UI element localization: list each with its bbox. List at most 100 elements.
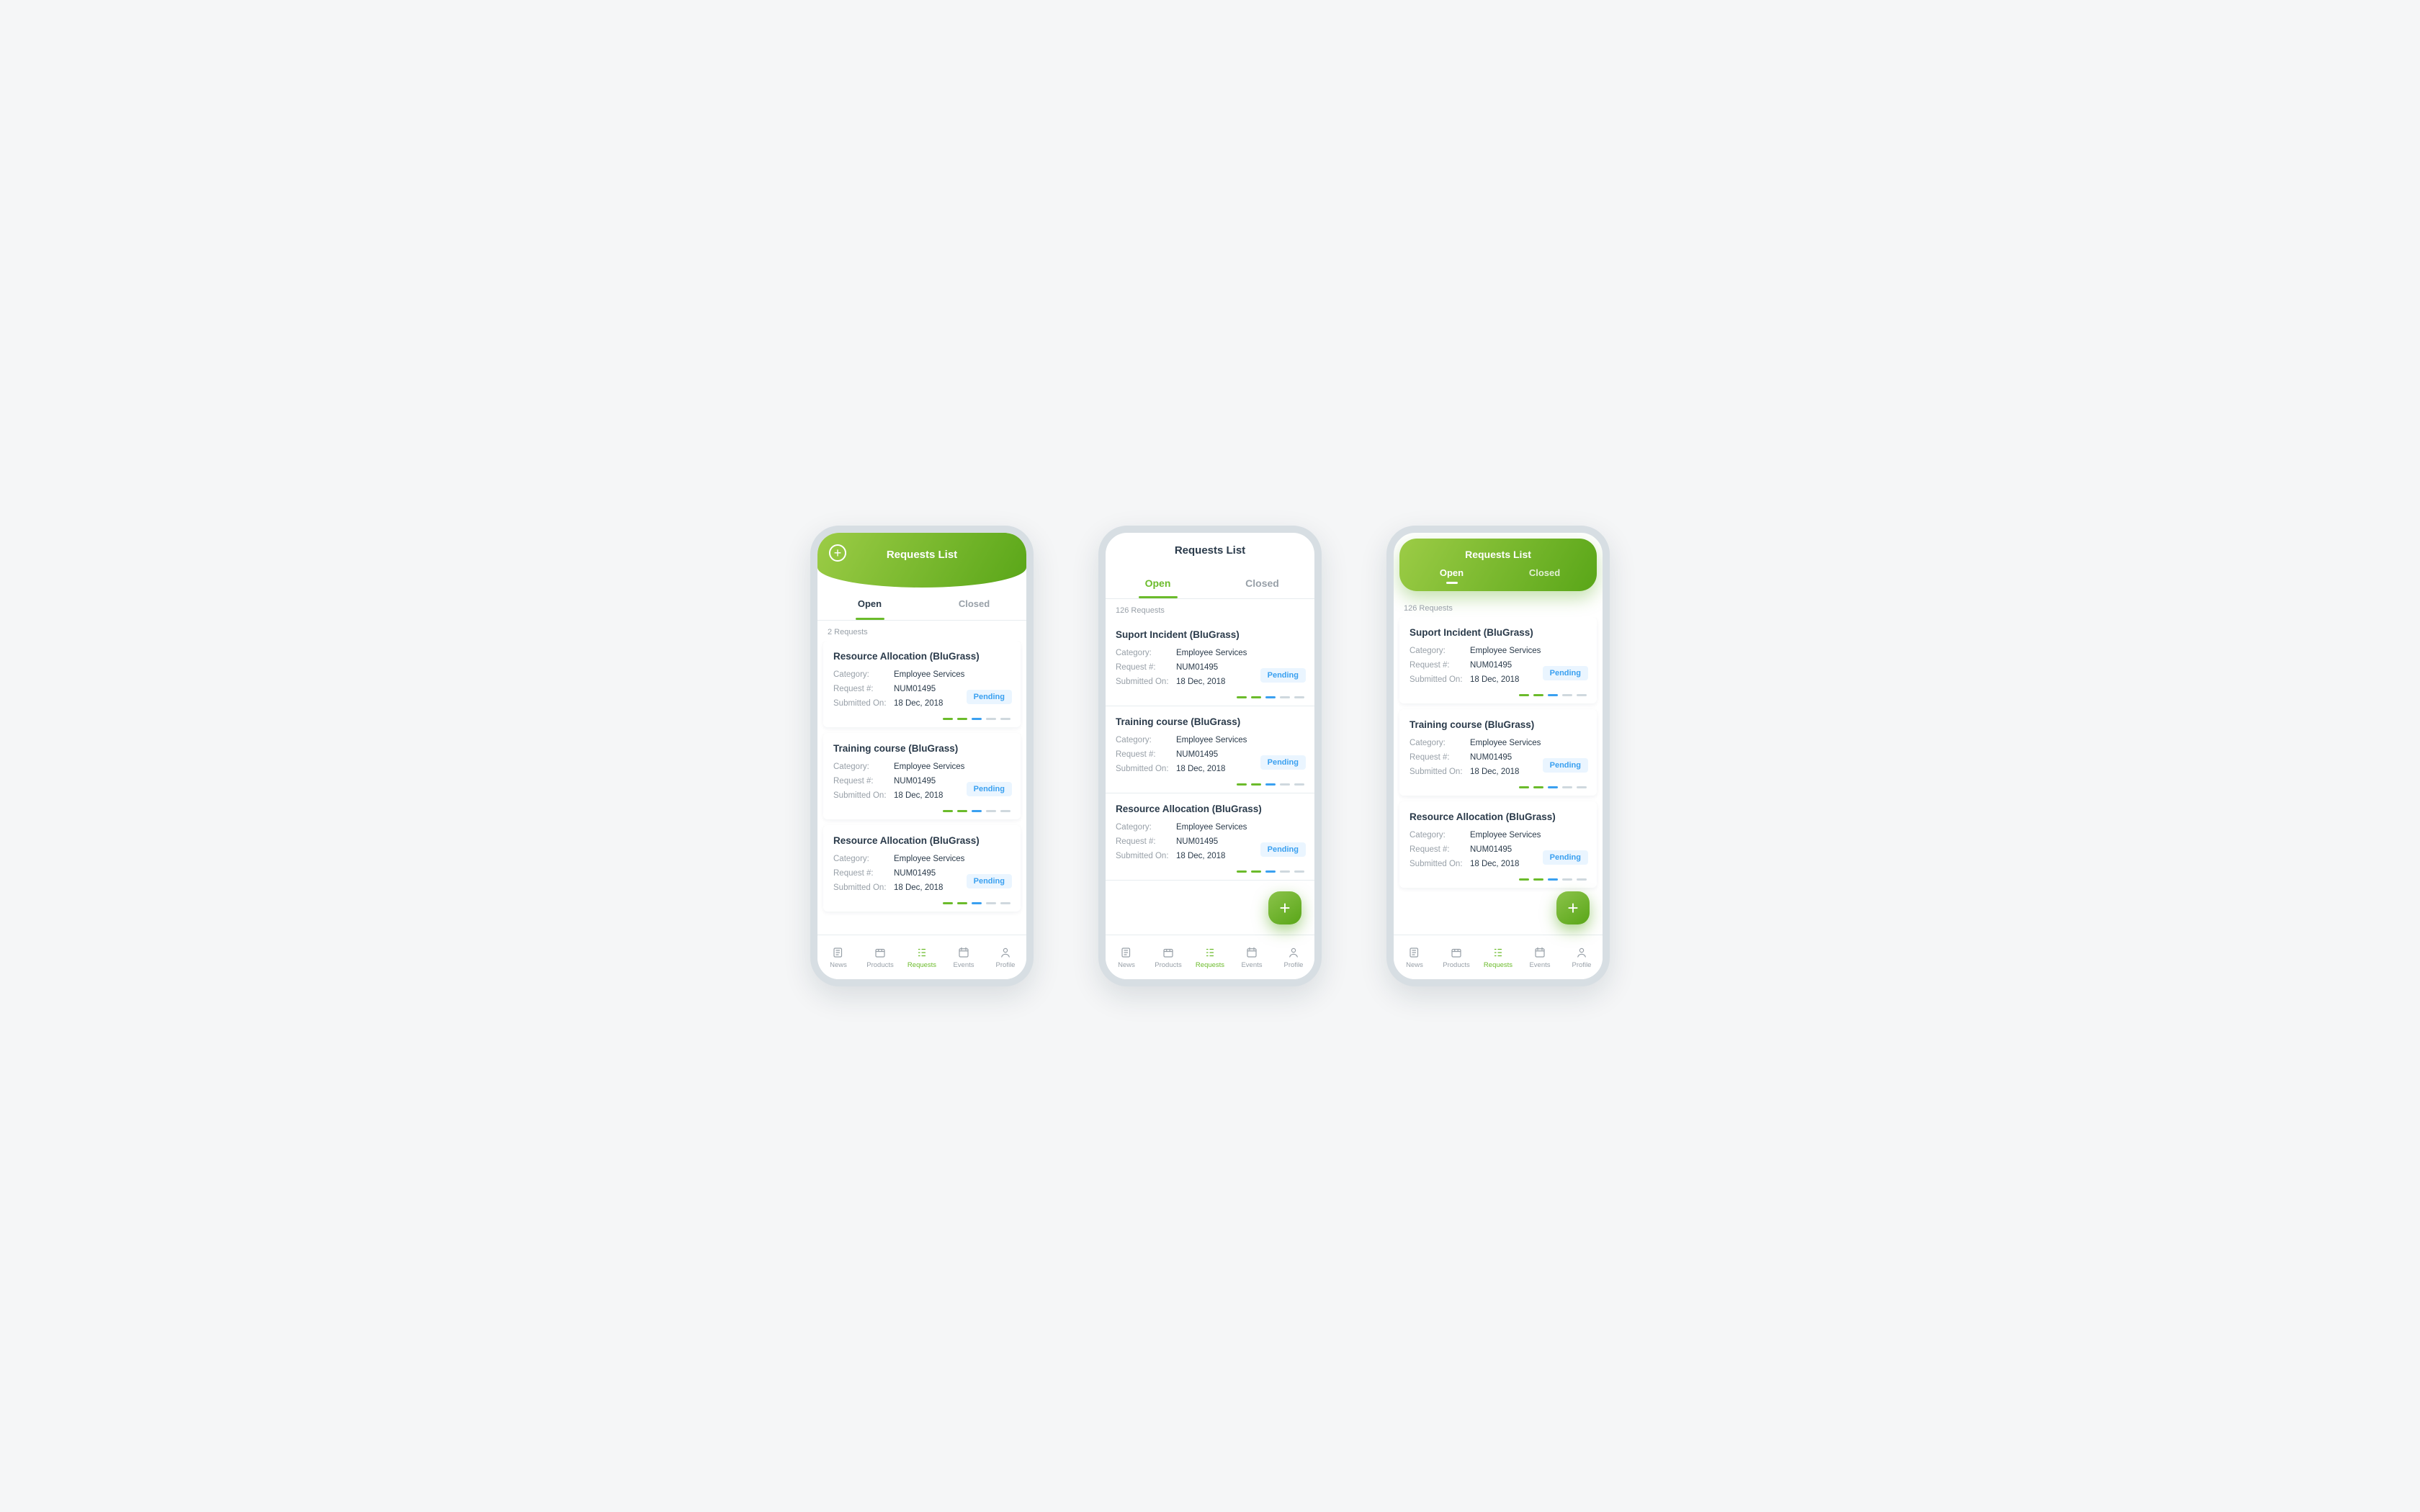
page-title: Requests List <box>1106 533 1314 567</box>
tab-closed[interactable]: Closed <box>1498 567 1591 584</box>
nav-requests[interactable]: Requests <box>1189 935 1231 979</box>
requests-list: Suport Incident (BluGrass) Category:Empl… <box>1106 619 1314 935</box>
profile-icon <box>999 946 1012 959</box>
status-badge: Pending <box>1543 758 1588 773</box>
products-icon <box>874 946 887 959</box>
requests-list: Suport Incident (BluGrass) Category:Empl… <box>1394 617 1603 935</box>
request-card[interactable]: Suport Incident (BluGrass) Category:Empl… <box>1106 619 1314 706</box>
tabs: Open Closed <box>817 588 1026 621</box>
requests-icon <box>915 946 928 959</box>
header: + Requests List <box>817 533 1026 588</box>
request-card[interactable]: Training course (BluGrass) Category:Empl… <box>1106 706 1314 793</box>
news-icon <box>1120 946 1133 959</box>
request-card[interactable]: Resource Allocation (BluGrass) Category:… <box>823 825 1021 912</box>
plus-icon: + <box>1279 897 1290 919</box>
request-card[interactable]: Suport Incident (BluGrass) Category:Empl… <box>1399 617 1597 703</box>
page-title: Requests List <box>887 549 957 561</box>
nav-label: Profile <box>996 961 1016 969</box>
nav-products[interactable]: Products <box>859 935 901 979</box>
requests-count: 2 Requests <box>817 621 1026 641</box>
nav-news[interactable]: News <box>1106 935 1147 979</box>
nav-label: Products <box>1155 961 1182 969</box>
events-icon <box>957 946 970 959</box>
products-icon <box>1450 946 1463 959</box>
nav-news[interactable]: News <box>817 935 859 979</box>
nav-label: Products <box>1443 961 1470 969</box>
status-badge: Pending <box>1543 666 1588 680</box>
add-button[interactable]: + <box>1268 891 1301 924</box>
phone-variant-b: Requests List Open Closed 126 Requests S… <box>1098 526 1322 986</box>
status-badge: Pending <box>1260 842 1306 857</box>
nav-profile[interactable]: Profile <box>1561 935 1603 979</box>
status-badge: Pending <box>1543 850 1588 865</box>
nav-products[interactable]: Products <box>1435 935 1477 979</box>
requests-icon <box>1492 946 1505 959</box>
tab-open[interactable]: Open <box>1106 567 1210 598</box>
nav-profile[interactable]: Profile <box>1273 935 1314 979</box>
nav-label: Products <box>866 961 894 969</box>
nav-requests[interactable]: Requests <box>901 935 943 979</box>
value-request-no: NUM01495 <box>894 682 936 696</box>
requests-count: 126 Requests <box>1106 599 1314 619</box>
request-card[interactable]: Resource Allocation (BluGrass) Category:… <box>823 641 1021 727</box>
label-category: Category: <box>833 667 894 682</box>
nav-label: Profile <box>1284 961 1304 969</box>
bottom-nav: News Products Requests Events Profile <box>1106 935 1314 979</box>
request-card[interactable]: Resource Allocation (BluGrass) Category:… <box>1106 793 1314 881</box>
news-icon <box>1408 946 1421 959</box>
tab-open[interactable]: Open <box>1405 567 1498 584</box>
request-title: Resource Allocation (BluGrass) <box>833 835 1010 846</box>
request-card[interactable]: Resource Allocation (BluGrass) Category:… <box>1399 801 1597 888</box>
nav-label: Events <box>953 961 974 969</box>
events-icon <box>1245 946 1258 959</box>
nav-news[interactable]: News <box>1394 935 1435 979</box>
status-badge: Pending <box>967 782 1012 796</box>
tab-closed[interactable]: Closed <box>1210 567 1314 598</box>
value-category: Employee Services <box>894 667 964 682</box>
profile-icon <box>1287 946 1300 959</box>
nav-events[interactable]: Events <box>1231 935 1273 979</box>
nav-label: News <box>1118 961 1135 969</box>
products-icon <box>1162 946 1175 959</box>
requests-count: 126 Requests <box>1394 597 1603 617</box>
requests-icon <box>1204 946 1216 959</box>
tab-closed[interactable]: Closed <box>922 588 1026 620</box>
status-badge: Pending <box>967 690 1012 704</box>
tabs: Open Closed <box>1106 567 1314 599</box>
nav-products[interactable]: Products <box>1147 935 1189 979</box>
value-submitted: 18 Dec, 2018 <box>894 696 943 711</box>
add-button[interactable]: + <box>829 544 846 562</box>
bottom-nav: News Products Requests Events Profile <box>817 935 1026 979</box>
tabs: Open Closed <box>1399 567 1597 584</box>
request-card[interactable]: Training course (BluGrass) Category:Empl… <box>1399 709 1597 796</box>
phone-variant-a: + Requests List Open Closed 2 Requests R… <box>810 526 1034 986</box>
nav-label: Events <box>1241 961 1262 969</box>
header: Requests List Open Closed <box>1399 539 1597 591</box>
requests-list: Resource Allocation (BluGrass) Category:… <box>817 641 1026 935</box>
nav-events[interactable]: Events <box>1519 935 1561 979</box>
news-icon <box>832 946 845 959</box>
nav-label: Events <box>1529 961 1550 969</box>
status-badge: Pending <box>1260 755 1306 770</box>
bottom-nav: News Products Requests Events Profile <box>1394 935 1603 979</box>
nav-profile[interactable]: Profile <box>985 935 1026 979</box>
request-title: Resource Allocation (BluGrass) <box>833 651 1010 662</box>
add-button[interactable]: + <box>1556 891 1590 924</box>
status-badge: Pending <box>1260 668 1306 683</box>
status-badge: Pending <box>967 874 1012 888</box>
nav-label: Requests <box>1196 961 1224 969</box>
tab-open[interactable]: Open <box>817 588 922 620</box>
request-card[interactable]: Training course (BluGrass) Category:Empl… <box>823 733 1021 819</box>
nav-label: Requests <box>1484 961 1512 969</box>
nav-label: News <box>830 961 847 969</box>
request-title: Training course (BluGrass) <box>833 743 1010 754</box>
nav-label: Profile <box>1572 961 1592 969</box>
label-submitted: Submitted On: <box>833 696 894 711</box>
profile-icon <box>1575 946 1588 959</box>
phone-variant-c: Requests List Open Closed 126 Requests S… <box>1386 526 1610 986</box>
label-request-no: Request #: <box>833 682 894 696</box>
nav-events[interactable]: Events <box>943 935 985 979</box>
nav-label: Requests <box>908 961 936 969</box>
nav-label: News <box>1406 961 1423 969</box>
nav-requests[interactable]: Requests <box>1477 935 1519 979</box>
